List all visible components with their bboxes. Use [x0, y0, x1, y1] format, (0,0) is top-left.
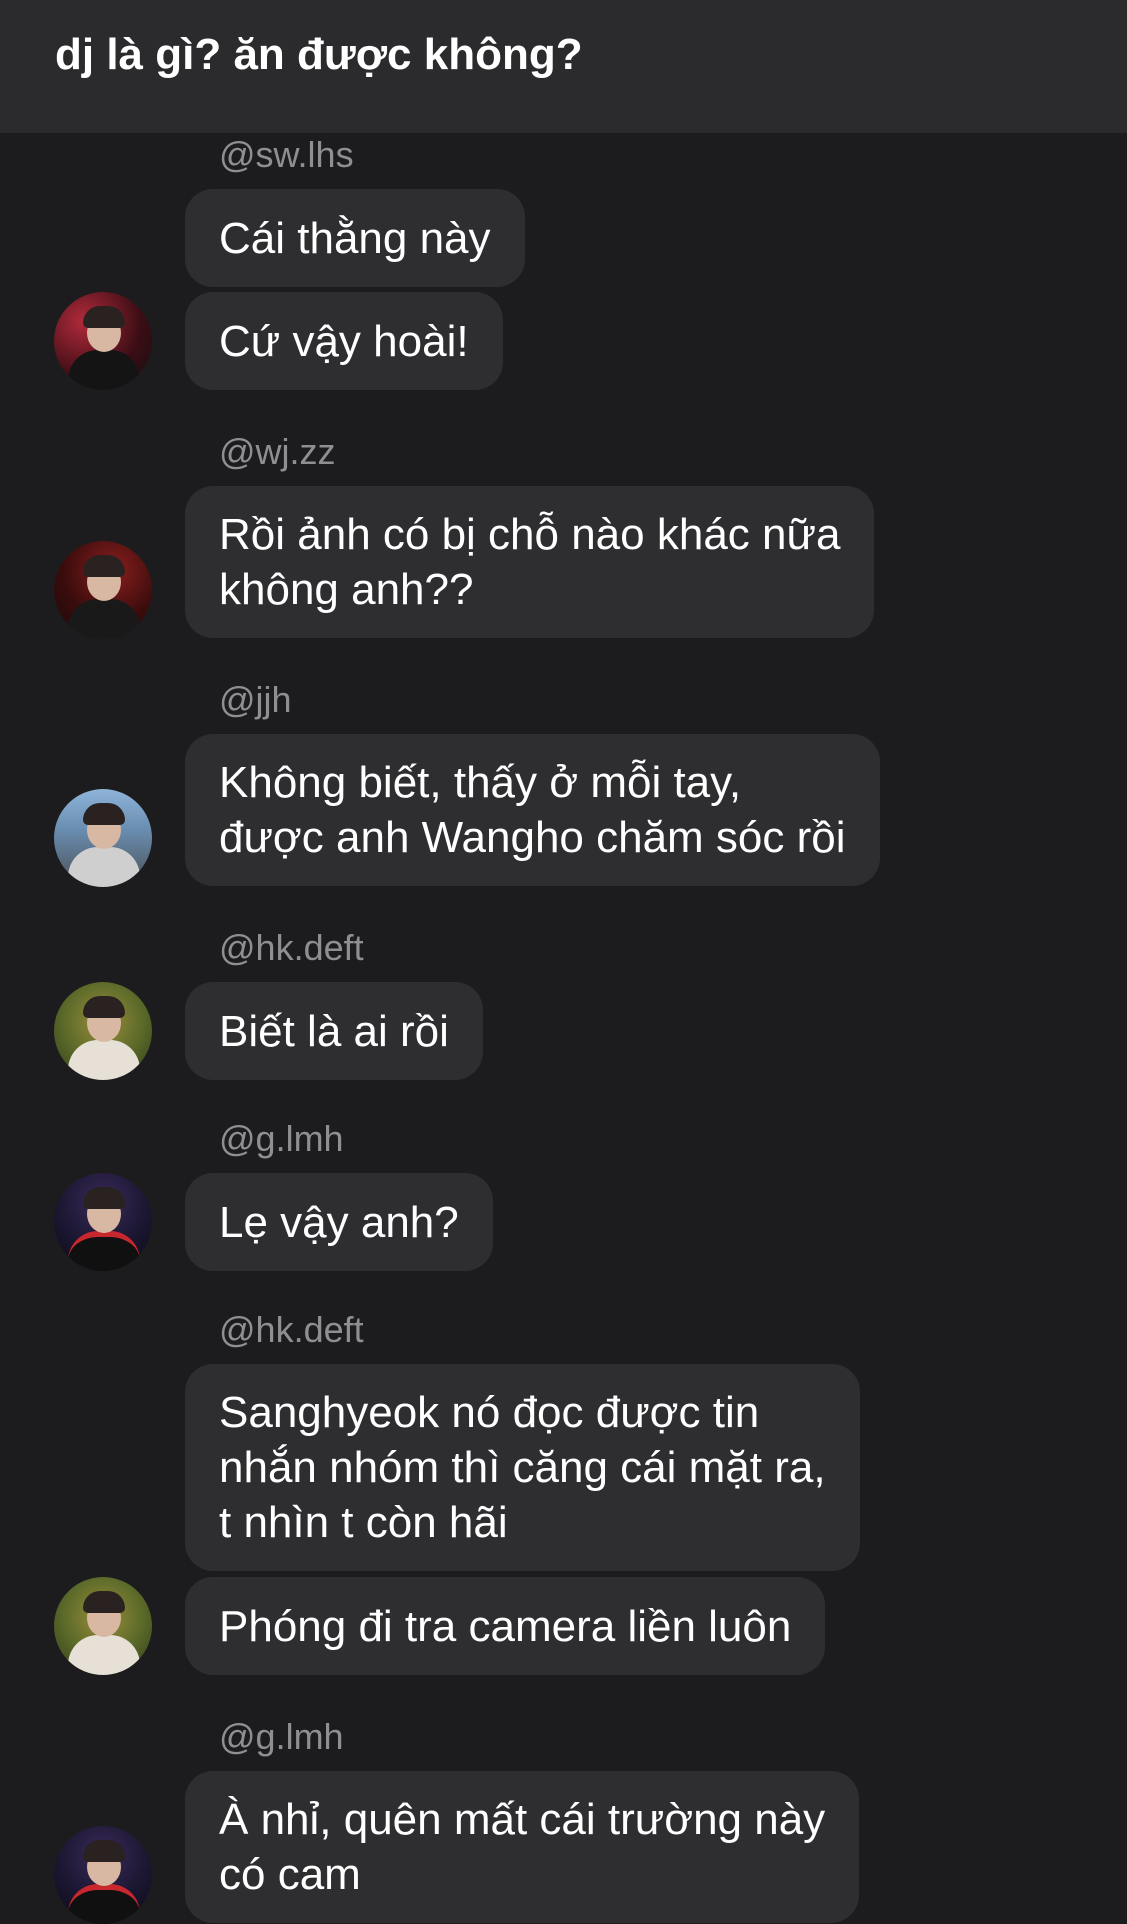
sender-handle[interactable]: @g.lmh: [219, 1716, 344, 1758]
message-bubble[interactable]: Biết là ai rồi: [185, 982, 483, 1080]
message-bubble[interactable]: Không biết, thấy ở mỗi tay, được anh Wan…: [185, 734, 880, 886]
sender-handle[interactable]: @hk.deft: [219, 927, 364, 969]
avatar[interactable]: [54, 1826, 152, 1924]
sender-handle[interactable]: @sw.lhs: [219, 134, 354, 176]
message-bubble[interactable]: Rồi ảnh có bị chỗ nào khác nữa không anh…: [185, 486, 875, 638]
message-bubble[interactable]: Cái thằng này: [185, 189, 525, 287]
message-bubble[interactable]: Phóng đi tra camera liền luôn: [185, 1577, 826, 1675]
avatar[interactable]: [54, 292, 152, 390]
sender-handle[interactable]: @wj.zz: [219, 431, 336, 473]
message-bubble[interactable]: Sanghyeok nó đọc được tin nhắn nhóm thì …: [185, 1364, 860, 1571]
message-bubble[interactable]: Cứ vậy hoài!: [185, 292, 503, 390]
chat-title: dj là gì? ăn được không?: [55, 30, 583, 79]
avatar[interactable]: [54, 1173, 152, 1271]
message-bubble[interactable]: Lẹ vậy anh?: [185, 1173, 493, 1271]
avatar[interactable]: [54, 982, 152, 1080]
avatar[interactable]: [54, 541, 152, 639]
sender-handle[interactable]: @g.lmh: [219, 1118, 344, 1160]
sender-handle[interactable]: @jjh: [219, 679, 292, 721]
sender-handle[interactable]: @hk.deft: [219, 1309, 364, 1351]
avatar[interactable]: [54, 1577, 152, 1675]
chat-header: dj là gì? ăn được không?: [0, 0, 1127, 133]
message-bubble[interactable]: À nhỉ, quên mất cái trường này có cam: [185, 1771, 860, 1923]
avatar[interactable]: [54, 789, 152, 887]
